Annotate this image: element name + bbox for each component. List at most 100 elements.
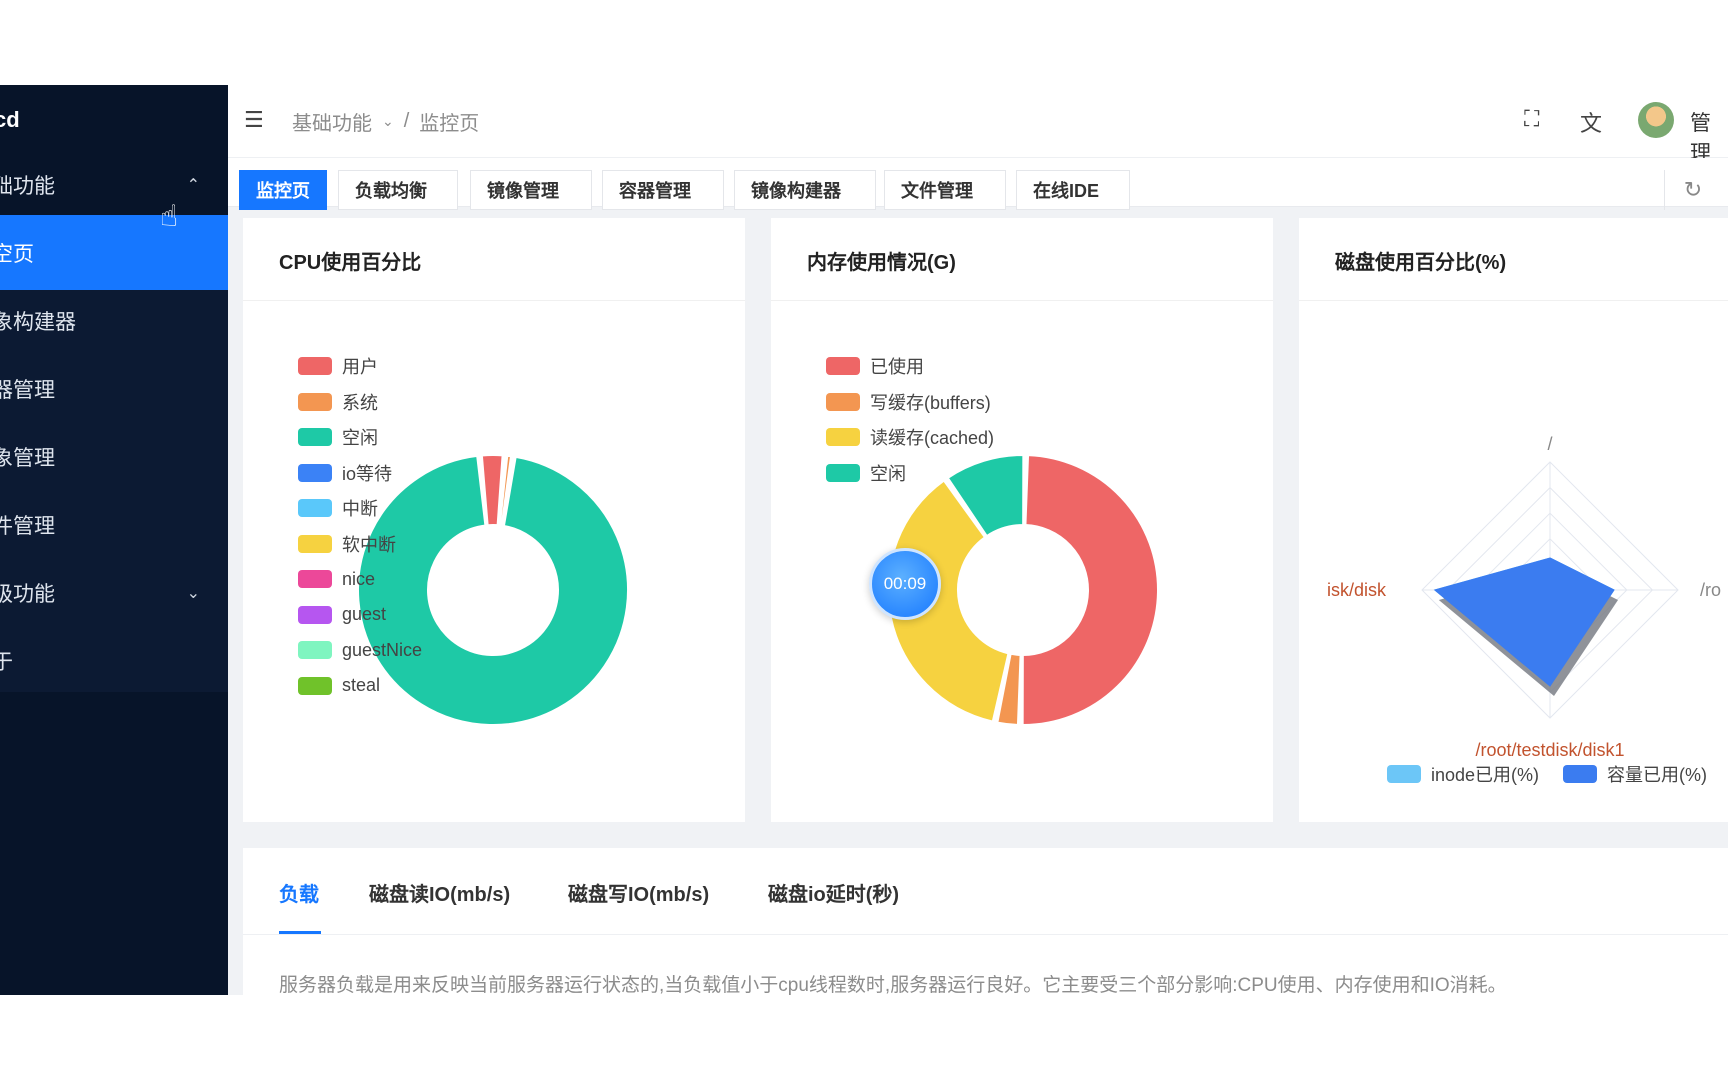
legend-label: 中断 [342, 499, 378, 519]
sidebar-item-container-manage[interactable]: 器管理 [0, 351, 228, 426]
legend-label: inode已用(%) [1431, 765, 1540, 785]
tabs-bar: 监控页 负载均衡 镜像管理 容器管理 镜像构建器 文件管理 在线IDE ↻ [228, 158, 1728, 210]
disk-card: 磁盘使用百分比(%) //ro/root/testdisk/disk1 isk/d… [1299, 218, 1728, 822]
legend-swatch [1387, 765, 1421, 783]
legend-label: steal [342, 675, 381, 695]
sidebar-item-file-manage[interactable]: 件管理 [0, 487, 228, 562]
sidebar-item-image-builder[interactable]: 象构建器 [0, 283, 228, 358]
chevron-down-icon: ⌄ [186, 584, 200, 602]
legend-item[interactable]: 读缓存(cached) [826, 425, 994, 449]
tab-disk-read-io[interactable]: 磁盘读IO(mb/s) [369, 878, 510, 907]
legend-label: 读缓存(cached) [870, 428, 995, 448]
legend-swatch [826, 392, 860, 411]
sidebar-item-label: 级功能 [0, 582, 55, 606]
legend-item[interactable]: 中断 [298, 496, 378, 520]
legend-swatch [826, 357, 860, 375]
legend-label: 空闲 [870, 463, 906, 484]
legend-item[interactable]: 写缓存(buffers) [826, 390, 991, 414]
sidebar-item-advanced-functions[interactable]: 级功能 ⌄ [0, 555, 228, 630]
legend-item[interactable]: 软中断 [298, 532, 396, 556]
load-description: 服务器负载是用来反映当前服务器运行状态的,当负载值小于cpu线程数时,服务器运行… [279, 975, 1507, 995]
legend-item[interactable]: 空闲 [298, 425, 378, 449]
tab-load-balance[interactable]: 负载均衡 [338, 170, 458, 210]
tab-image-manage[interactable]: 镜像管理 [470, 170, 592, 210]
sidebar-item-basic-functions[interactable]: 础功能 ⌃ [0, 147, 228, 222]
breadcrumb: 基础功能 ⌄ / 监控页 [292, 107, 479, 136]
disk-radar-chart: / /ro/root/testdisk/disk1 isk/disk [1327, 434, 1721, 760]
legend-item[interactable]: guestNice [298, 638, 422, 662]
sidebar-item-label: 空页 [0, 242, 34, 266]
sidebar-item-about[interactable]: 于 [0, 623, 228, 698]
sidebar-item-monitor[interactable]: 空页 [0, 215, 228, 290]
legend-item[interactable]: guest [298, 603, 386, 627]
legend-swatch [298, 428, 332, 446]
legend-label: nice [342, 568, 376, 589]
app-logo: cd [0, 107, 20, 132]
sidebar-item-label: 于 [0, 650, 13, 674]
legend-label: 软中断 [342, 534, 396, 555]
refresh-icon[interactable]: ↻ [1664, 170, 1721, 210]
sidebar-item-label: 象构建器 [0, 310, 76, 334]
tab-online-ide[interactable]: 在线IDE [1016, 170, 1130, 210]
donut-slice[interactable] [1021, 454, 1159, 727]
memory-donut-chart [887, 453, 1159, 727]
top-header: ☰ 基础功能 ⌄ / 监控页 ⛶ 文 管理 [228, 85, 1728, 165]
legend-label: 容量已用(%) [1607, 765, 1707, 785]
legend-item[interactable]: 用户 [298, 354, 378, 378]
fullscreen-icon[interactable]: ⛶ [1524, 106, 1539, 132]
tab-container-manage[interactable]: 容器管理 [602, 170, 724, 210]
breadcrumb-separator: / [403, 110, 410, 132]
legend-swatch [298, 641, 332, 659]
sidebar: cd 础功能 ⌃ 空页 象构建器 器管理 象管理 件管理 级功能 ⌄ 于 ☝ [0, 85, 228, 995]
legend-swatch [826, 463, 860, 482]
sidebar-item-label: 象管理 [0, 446, 55, 470]
legend-label: io等待 [342, 463, 393, 484]
sidebar-item-label: 础功能 [0, 174, 55, 198]
legend-item[interactable]: nice [298, 567, 375, 591]
legend-label: 系统 [342, 392, 378, 413]
legend-swatch [298, 357, 332, 375]
radar-axis-label: /root/testdisk/disk1 [1475, 740, 1624, 760]
tab-load[interactable]: 负载 [279, 878, 319, 907]
tab-file-manage[interactable]: 文件管理 [884, 170, 1006, 210]
legend-swatch [298, 676, 332, 695]
legend-swatch [298, 570, 332, 588]
breadcrumb-item-current: 监控页 [419, 113, 480, 135]
legend-item[interactable]: inode已用(%) [1387, 762, 1539, 786]
legend-item[interactable]: steal [298, 674, 380, 698]
avatar[interactable] [1638, 102, 1674, 138]
legend-swatch [298, 392, 332, 411]
breadcrumb-item-basic[interactable]: 基础功能 [292, 107, 372, 136]
tab-disk-io-latency[interactable]: 磁盘io延时(秒) [768, 878, 899, 907]
chevron-up-icon: ⌃ [186, 176, 200, 194]
legend-item[interactable]: 容量已用(%) [1563, 762, 1707, 786]
legend-swatch [298, 499, 332, 517]
legend-item[interactable]: 已使用 [826, 354, 924, 378]
legend-swatch [826, 428, 860, 446]
tab-image-builder[interactable]: 镜像构建器 [734, 170, 876, 210]
tab-divider [243, 934, 1728, 935]
timer-badge[interactable]: 00:09 [869, 548, 941, 620]
load-panel: 负载 磁盘读IO(mb/s) 磁盘写IO(mb/s) 磁盘io延时(秒) 服务器… [243, 848, 1728, 995]
legend-label: guestNice [342, 639, 423, 660]
legend-item[interactable]: 空闲 [826, 461, 906, 485]
menu-fold-icon[interactable]: ☰ [244, 107, 264, 133]
radar-axis-label: / [1547, 434, 1552, 454]
radar-axis-label: /ro [1700, 580, 1721, 600]
chevron-down-icon: ⌄ [382, 113, 394, 129]
tab-disk-write-io[interactable]: 磁盘写IO(mb/s) [568, 878, 709, 907]
app-window: cd 础功能 ⌃ 空页 象构建器 器管理 象管理 件管理 级功能 ⌄ 于 ☝ ☰… [0, 85, 1728, 995]
legend-swatch [1563, 765, 1597, 783]
legend-item[interactable]: 系统 [298, 390, 378, 414]
translate-icon[interactable]: 文 [1580, 106, 1602, 138]
cpu-donut-chart [357, 454, 629, 726]
legend-item[interactable]: io等待 [298, 461, 392, 485]
sidebar-item-image-manage[interactable]: 象管理 [0, 419, 228, 494]
sidebar-item-label: 器管理 [0, 378, 55, 402]
legend-label: guest [342, 604, 387, 624]
tab-monitor[interactable]: 监控页 [239, 170, 327, 210]
radar-axis-label: isk/disk [1327, 580, 1387, 600]
memory-card: 内存使用情况(G) 已使用 写缓存(buffers) 读缓存(cached) 空闲 0… [771, 218, 1273, 822]
legend-label: 空闲 [342, 428, 378, 448]
legend-swatch [298, 534, 332, 553]
